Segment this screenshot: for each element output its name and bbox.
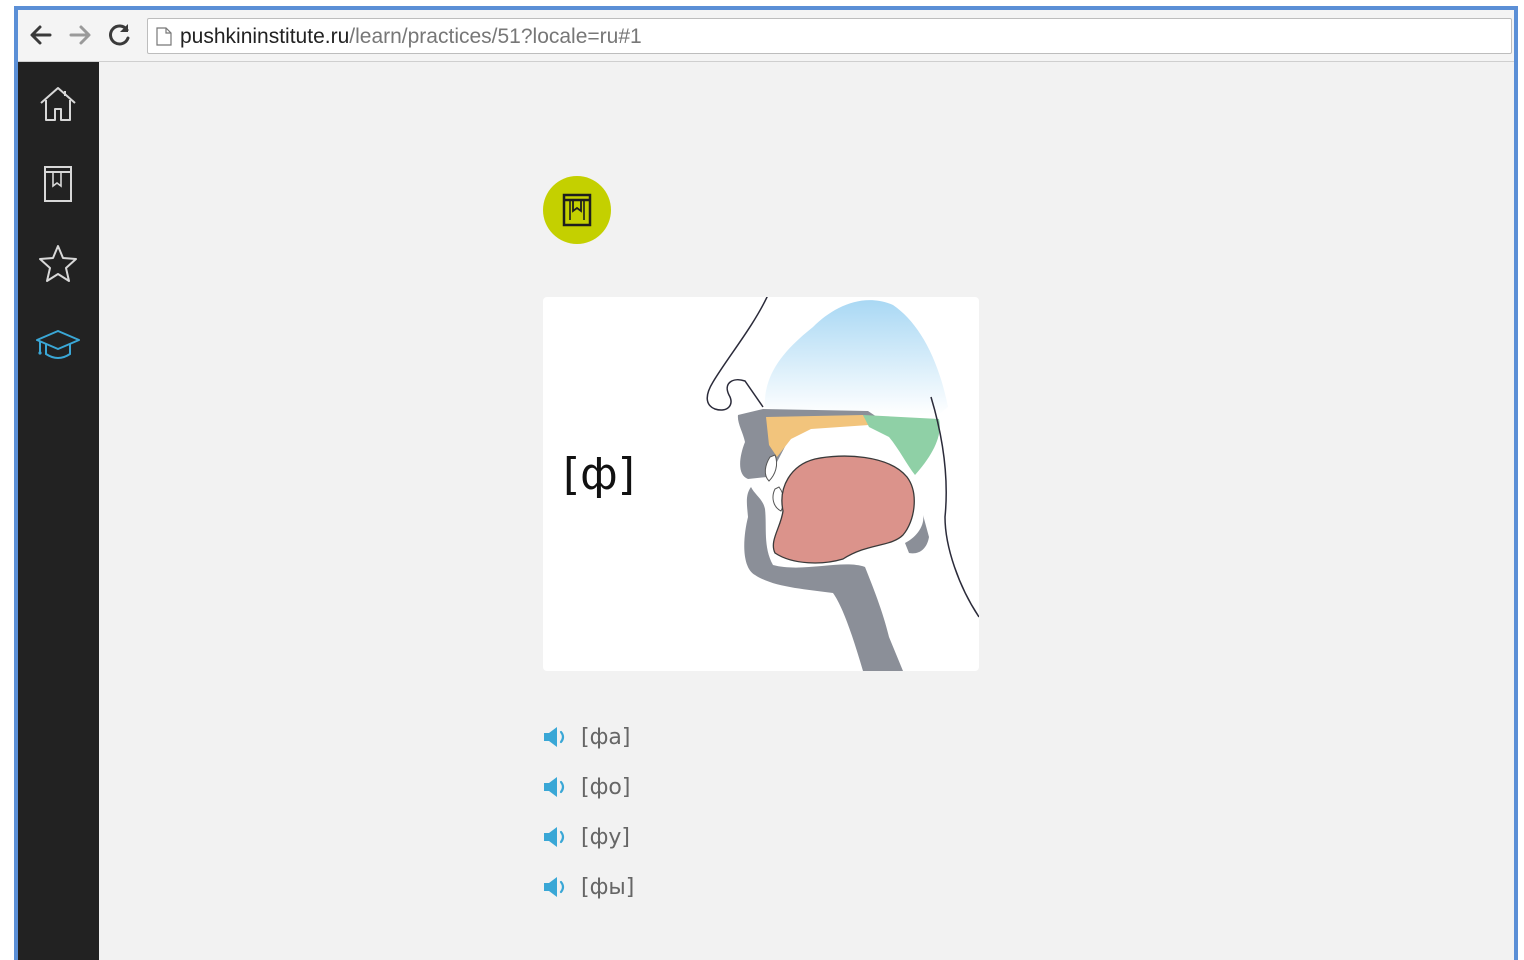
page-icon <box>156 27 172 46</box>
url-host: pushkininstitute.ru <box>180 25 350 48</box>
lesson-content: [ф] [фа] [фо] [фу] [фы] <box>99 62 1514 960</box>
syllable-label: [фа] <box>581 724 631 750</box>
url-path: /learn/practices/51?locale=ru#1 <box>349 25 642 48</box>
home-icon <box>40 87 76 121</box>
arrow-right-icon <box>69 25 91 45</box>
browser-toolbar: pushkininstitute.ru/learn/practices/51?l… <box>18 10 1514 62</box>
graduation-cap-icon <box>36 330 80 359</box>
reload-button[interactable] <box>107 22 133 48</box>
sound-symbol: [ф] <box>563 449 635 500</box>
book-icon <box>44 166 72 202</box>
speaker-icon <box>544 777 565 797</box>
address-bar[interactable]: pushkininstitute.ru/learn/practices/51?l… <box>147 18 1512 54</box>
sidebar <box>18 62 99 960</box>
url-text: pushkininstitute.ru/learn/practices/51?l… <box>180 25 642 49</box>
star-icon <box>39 245 77 282</box>
dictionary-button[interactable] <box>543 176 611 244</box>
speaker-icon <box>544 877 565 897</box>
syllable-play-button[interactable]: [фы] <box>543 862 634 912</box>
arrow-left-icon <box>30 25 52 45</box>
articulation-diagram <box>706 297 979 671</box>
speaker-icon <box>544 727 565 747</box>
speaker-icon <box>544 827 565 847</box>
browser-window: pushkininstitute.ru/learn/practices/51?l… <box>14 6 1518 960</box>
sidebar-item-learning[interactable] <box>36 322 80 366</box>
syllable-list: [фа] [фо] [фу] [фы] <box>543 712 634 912</box>
syllable-play-button[interactable]: [фа] <box>543 712 634 762</box>
sidebar-item-dictionary[interactable] <box>36 162 80 206</box>
syllable-play-button[interactable]: [фо] <box>543 762 634 812</box>
forward-button[interactable] <box>67 22 93 48</box>
back-button[interactable] <box>28 22 54 48</box>
reload-icon <box>109 24 130 46</box>
sidebar-item-favorites[interactable] <box>36 242 80 286</box>
book-icon <box>562 193 592 227</box>
syllable-label: [фо] <box>581 774 631 800</box>
syllable-label: [фу] <box>581 824 630 850</box>
sound-card: [ф] <box>543 297 979 671</box>
sidebar-item-home[interactable] <box>36 82 80 126</box>
syllable-label: [фы] <box>581 874 635 900</box>
syllable-play-button[interactable]: [фу] <box>543 812 634 862</box>
